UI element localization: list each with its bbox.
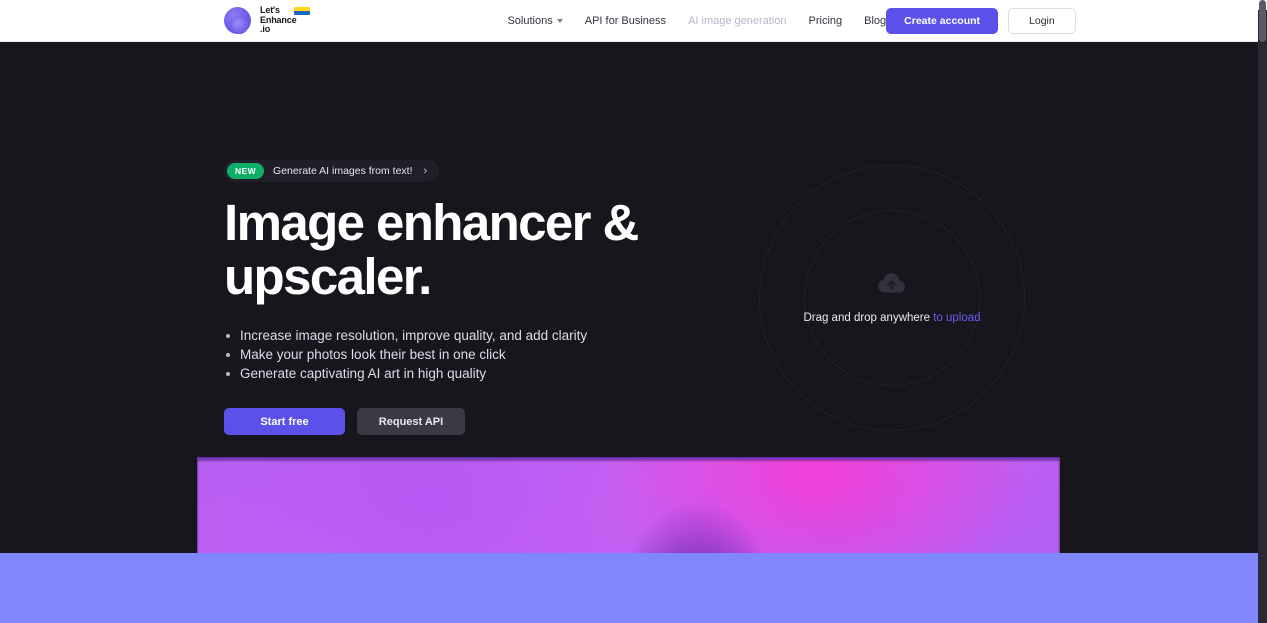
- start-free-button[interactable]: Start free: [224, 408, 345, 435]
- hero-section: NEW Generate AI images from text! › Imag…: [0, 42, 1258, 447]
- nav-label: Blog: [864, 14, 887, 27]
- lets-enhance-blob-logo-icon: [224, 6, 254, 36]
- chevron-right-icon: ›: [423, 164, 428, 177]
- nav-label: Solutions: [507, 14, 553, 27]
- chevron-down-icon: [556, 19, 563, 23]
- site-header: Let's Enhance .io Solutions API for Busi…: [0, 0, 1258, 42]
- list-item: Make your photos look their best in one …: [224, 345, 744, 364]
- main-nav: Solutions API for Business AI image gene…: [507, 15, 886, 27]
- cloud-upload-icon: [877, 272, 907, 299]
- nav-item-ai-image-generation[interactable]: AI image generation: [688, 15, 786, 27]
- bottom-color-band: [0, 553, 1258, 623]
- hero-copy: NEW Generate AI images from text! › Imag…: [224, 160, 744, 435]
- hero-feature-list: Increase image resolution, improve quali…: [224, 326, 744, 383]
- nav-item-pricing[interactable]: Pricing: [809, 15, 843, 27]
- nav-item-solutions[interactable]: Solutions: [507, 14, 563, 27]
- nav-label: AI image generation: [688, 14, 787, 27]
- dropzone-content: Drag and drop anywhere to upload: [747, 145, 1037, 450]
- page-title: Image enhancer & upscaler.: [224, 194, 639, 305]
- vertical-scrollbar[interactable]: [1258, 0, 1267, 623]
- nav-item-blog[interactable]: Blog: [864, 15, 886, 27]
- brand-logo-text: Let's Enhance .io: [260, 5, 310, 35]
- request-api-button[interactable]: Request API: [357, 408, 465, 435]
- new-feature-text: Generate AI images from text!: [273, 165, 413, 177]
- brand-logo[interactable]: Let's Enhance .io: [224, 5, 310, 36]
- nav-label: API for Business: [584, 14, 667, 27]
- brand-logo-line3: .io: [260, 24, 271, 35]
- create-account-button[interactable]: Create account: [886, 7, 999, 34]
- nav-label: Pricing: [808, 14, 843, 27]
- nav-item-api-for-business[interactable]: API for Business: [585, 15, 666, 27]
- page-root: Let's Enhance .io Solutions API for Busi…: [0, 0, 1267, 623]
- scrollbar-thumb[interactable]: [1259, 0, 1266, 42]
- new-badge: NEW: [227, 163, 265, 179]
- dropzone-label-static: Drag and drop anywhere: [803, 311, 934, 324]
- list-item: Increase image resolution, improve quali…: [224, 326, 744, 345]
- flag-icon: [294, 7, 310, 16]
- upload-link[interactable]: to upload: [933, 312, 980, 324]
- login-button[interactable]: Login: [1008, 7, 1076, 34]
- new-feature-banner[interactable]: NEW Generate AI images from text! ›: [224, 160, 440, 182]
- hero-cta-row: Start free Request API: [224, 408, 744, 435]
- dropzone-label: Drag and drop anywhere to upload: [803, 312, 980, 324]
- header-actions: Create account Login: [886, 7, 1076, 34]
- list-item: Generate captivating AI art in high qual…: [224, 364, 744, 383]
- upload-dropzone[interactable]: Drag and drop anywhere to upload: [747, 145, 1037, 450]
